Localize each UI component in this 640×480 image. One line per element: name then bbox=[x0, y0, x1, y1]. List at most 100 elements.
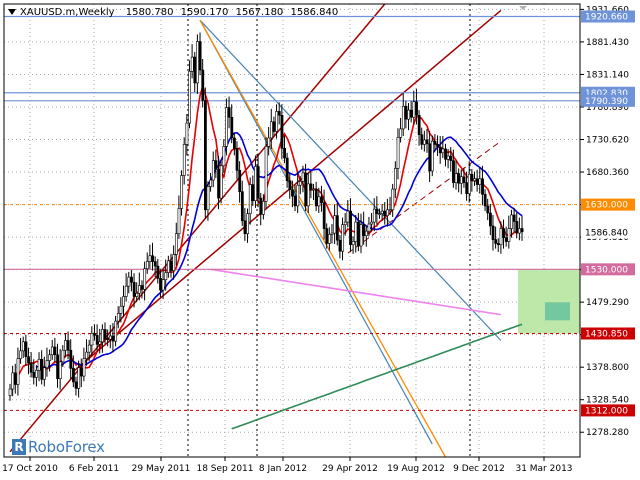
candle-body bbox=[79, 367, 83, 377]
candle-body bbox=[425, 139, 429, 145]
price-tick-label: 1881.430 bbox=[586, 38, 629, 48]
price-tick-label: 1479.290 bbox=[586, 298, 629, 308]
symbol-label: XAUUSD.m,Weekly bbox=[20, 7, 115, 18]
candle-body bbox=[37, 358, 41, 371]
candle-body bbox=[13, 372, 17, 385]
candle-body bbox=[127, 276, 131, 287]
candle-body bbox=[135, 292, 139, 297]
candle-body bbox=[518, 228, 521, 234]
candle-body bbox=[370, 221, 374, 225]
candle-body bbox=[64, 340, 67, 351]
candle-body bbox=[512, 214, 516, 222]
candle-body bbox=[196, 41, 199, 84]
price-tick-label: 1680.360 bbox=[586, 168, 629, 178]
candle-body bbox=[98, 341, 102, 345]
candle-body bbox=[383, 210, 387, 216]
candle-body bbox=[238, 170, 242, 192]
candle-body bbox=[77, 367, 81, 389]
candle-body bbox=[206, 186, 210, 211]
candle-body bbox=[372, 208, 376, 223]
current-price-tag: 1586.840 bbox=[585, 229, 628, 239]
candle-body bbox=[277, 111, 281, 116]
candle-body bbox=[45, 360, 49, 368]
candle-body bbox=[24, 341, 28, 357]
candle-body bbox=[457, 173, 461, 184]
ohlc-high: 1590.170 bbox=[181, 7, 229, 18]
candle-body bbox=[401, 105, 405, 130]
candle-body bbox=[116, 313, 120, 322]
candle-body bbox=[87, 344, 91, 353]
candle-body bbox=[470, 173, 474, 181]
candle-body bbox=[114, 320, 118, 342]
candle-body bbox=[106, 338, 110, 340]
candle-body bbox=[190, 56, 194, 72]
candle-body bbox=[103, 329, 107, 339]
candle-body bbox=[357, 221, 360, 247]
candle-body bbox=[322, 202, 326, 229]
brand-mark-icon: R bbox=[12, 439, 26, 455]
candle-body bbox=[153, 261, 157, 267]
candle-body bbox=[433, 140, 437, 145]
candle-body bbox=[143, 268, 147, 290]
candle-body bbox=[32, 371, 36, 378]
candle-body bbox=[351, 241, 355, 246]
candle-body bbox=[341, 224, 345, 252]
time-tick-label: 31 Mar 2013 bbox=[515, 464, 572, 474]
candle-body bbox=[314, 188, 318, 207]
candle-body bbox=[299, 181, 302, 186]
price-tick-label: 1378.800 bbox=[586, 363, 629, 373]
candle-body bbox=[61, 349, 65, 363]
price-tick-label: 1278.280 bbox=[586, 428, 629, 438]
candle-body bbox=[415, 101, 418, 116]
candle-body bbox=[467, 173, 471, 194]
candle-body bbox=[430, 140, 434, 172]
candle-body bbox=[391, 188, 395, 211]
candle-body bbox=[132, 281, 136, 297]
time-tick-label: 17 Oct 2010 bbox=[2, 464, 58, 474]
candle-body bbox=[481, 178, 484, 195]
level-tag: 1312.000 bbox=[585, 406, 628, 416]
candle-body bbox=[201, 69, 205, 101]
candle-body bbox=[317, 196, 321, 207]
level-tag: 1790.390 bbox=[585, 97, 628, 107]
candle-body bbox=[124, 285, 128, 297]
candle-body bbox=[267, 137, 271, 147]
time-tick-label: 9 Dec 2012 bbox=[453, 464, 505, 474]
candle-body bbox=[275, 111, 279, 132]
candle-body bbox=[180, 175, 184, 209]
candle-body bbox=[264, 146, 268, 202]
time-tick-label: 18 Sep 2011 bbox=[196, 464, 253, 474]
candle-body bbox=[272, 121, 276, 132]
candle-body bbox=[312, 188, 316, 191]
candle-body bbox=[483, 193, 487, 207]
candle-body bbox=[407, 109, 411, 120]
candle-body bbox=[95, 335, 99, 345]
candle-body bbox=[108, 335, 112, 340]
candle-body bbox=[367, 223, 371, 232]
candle-body bbox=[475, 178, 479, 185]
candle-body bbox=[375, 208, 379, 214]
candle-body bbox=[11, 372, 15, 390]
candle-body bbox=[156, 265, 160, 279]
candle-body bbox=[396, 137, 400, 169]
candle-body bbox=[27, 356, 30, 364]
candle-body bbox=[328, 234, 331, 244]
time-tick-label: 19 Aug 2012 bbox=[387, 464, 445, 474]
candle-body bbox=[259, 197, 263, 215]
ohlc-close: 1586.840 bbox=[290, 7, 338, 18]
candle-body bbox=[185, 122, 189, 145]
candle-body bbox=[438, 146, 442, 154]
candle-body bbox=[301, 172, 305, 182]
candle-body bbox=[151, 255, 155, 262]
candle-body bbox=[441, 148, 445, 154]
candle-body bbox=[209, 179, 213, 187]
candle-body bbox=[304, 172, 308, 207]
candle-body bbox=[130, 276, 133, 283]
candle-body bbox=[21, 341, 25, 352]
price-chart: 1931.6601881.4301831.1401780.8901730.620… bbox=[0, 0, 640, 480]
candle-body bbox=[74, 381, 78, 389]
candle-body bbox=[40, 358, 44, 380]
candle-body bbox=[494, 239, 498, 244]
candle-body bbox=[169, 260, 173, 271]
candle-body bbox=[72, 368, 75, 383]
